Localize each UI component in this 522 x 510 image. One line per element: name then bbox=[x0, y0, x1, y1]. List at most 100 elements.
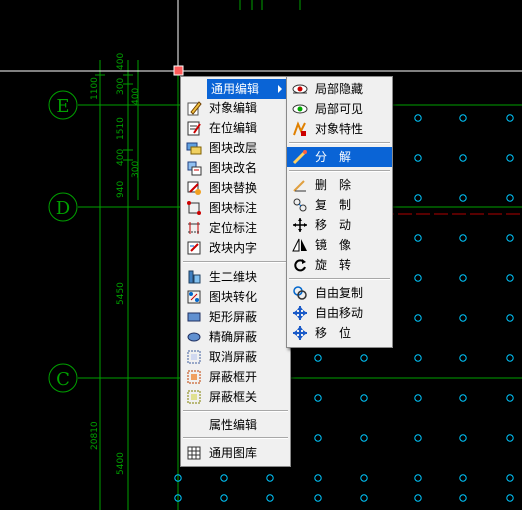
mask-frame-off-icon bbox=[187, 390, 201, 404]
menu-item-label: 通用编辑 bbox=[211, 82, 260, 96]
menu-item-block-text[interactable]: 改块内字 bbox=[181, 238, 290, 258]
submenu-item-erase[interactable]: 删 除 bbox=[287, 175, 392, 195]
cancel-mask-icon bbox=[187, 350, 201, 364]
dimension-ticks bbox=[95, 74, 133, 379]
dim-text: 5400 bbox=[116, 452, 126, 475]
column-marker bbox=[459, 394, 467, 402]
column-marker bbox=[414, 494, 422, 502]
column-marker bbox=[459, 494, 467, 502]
menu-item-block-replace[interactable]: 图块替换 bbox=[181, 178, 290, 198]
menu-separator bbox=[289, 170, 390, 172]
menu-item-label: 精确屏蔽 bbox=[209, 330, 258, 344]
submenu-item-label: 移 位 bbox=[315, 326, 352, 340]
submenu-item-rotate[interactable]: 旋 转 bbox=[287, 255, 392, 275]
column-marker bbox=[266, 474, 274, 482]
column-marker bbox=[414, 394, 422, 402]
menu-separator bbox=[289, 278, 390, 280]
submenu-item-label: 自由复制 bbox=[315, 286, 364, 300]
column-marker bbox=[414, 314, 422, 322]
submenu-item-mirror[interactable]: 镜 像 bbox=[287, 235, 392, 255]
submenu-item-shift[interactable]: 移 位 bbox=[287, 323, 392, 343]
top-ticks bbox=[239, 0, 301, 10]
dim-text: 300 bbox=[131, 161, 141, 178]
dim-text: 300 bbox=[116, 78, 126, 95]
grip-square[interactable] bbox=[173, 65, 184, 76]
block-convert-icon bbox=[187, 290, 201, 304]
submenu-item-label: 复 制 bbox=[315, 198, 352, 212]
submenu-item-explode[interactable]: 分 解 bbox=[287, 147, 392, 167]
column-marker bbox=[414, 234, 422, 242]
submenu-item-label: 分 解 bbox=[315, 150, 352, 164]
column-marker bbox=[414, 474, 422, 482]
column-marker bbox=[506, 194, 514, 202]
menu-item-precise-mask[interactable]: 精确屏蔽 bbox=[181, 327, 290, 347]
properties-icon bbox=[293, 121, 306, 136]
dim-text: 1100 bbox=[90, 77, 100, 100]
submenu-item-copy[interactable]: 复 制 bbox=[287, 195, 392, 215]
menu-item-label: 矩形屏蔽 bbox=[209, 310, 258, 324]
menu-item-object-edit[interactable]: 对象编辑 bbox=[181, 98, 290, 118]
library-grid-icon bbox=[187, 446, 201, 460]
menu-item-rect-mask[interactable]: 矩形屏蔽 bbox=[181, 307, 290, 327]
column-marker bbox=[459, 114, 467, 122]
column-marker bbox=[360, 354, 368, 362]
column-marker bbox=[220, 494, 228, 502]
submenu-item-local-visible[interactable]: 局部可见 bbox=[287, 99, 392, 119]
context-menu: 通用编辑 对象编辑 在位编辑 图块改层 图块改名 图块替换 图块标注 定位标注 … bbox=[180, 76, 291, 467]
submenu-item-label: 局部可见 bbox=[315, 102, 364, 116]
dim-text: 940 bbox=[116, 181, 126, 198]
precise-mask-icon bbox=[187, 332, 201, 342]
column-marker bbox=[459, 234, 467, 242]
menu-item-attribute-edit[interactable]: 属性编辑 bbox=[181, 415, 290, 435]
menu-item-in-place-edit[interactable]: 在位编辑 bbox=[181, 118, 290, 138]
column-marker bbox=[360, 394, 368, 402]
column-marker bbox=[414, 114, 422, 122]
column-marker bbox=[459, 474, 467, 482]
column-marker bbox=[360, 434, 368, 442]
submenu-item-label: 删 除 bbox=[315, 178, 352, 192]
column-marker bbox=[459, 274, 467, 282]
submenu-item-free-copy[interactable]: 自由复制 bbox=[287, 283, 392, 303]
position-annotate-icon bbox=[188, 222, 200, 234]
menu-item-mask-frame-off[interactable]: 屏蔽框关 bbox=[181, 387, 290, 407]
menu-item-label: 对象编辑 bbox=[209, 101, 258, 115]
menu-item-cancel-mask[interactable]: 取消屏蔽 bbox=[181, 347, 290, 367]
axis-label-d: D bbox=[56, 198, 70, 219]
column-marker bbox=[459, 154, 467, 162]
menu-item-label: 图块标注 bbox=[209, 201, 258, 215]
menu-item-mask-frame-on[interactable]: 屏蔽框开 bbox=[181, 367, 290, 387]
column-marker bbox=[314, 394, 322, 402]
menu-item-position-annotate[interactable]: 定位标注 bbox=[181, 218, 290, 238]
menu-item-block-convert[interactable]: 图块转化 bbox=[181, 287, 290, 307]
menu-item-label: 取消屏蔽 bbox=[209, 350, 258, 364]
rotate-icon bbox=[294, 259, 306, 272]
menu-item-block-rename[interactable]: 图块改名 bbox=[181, 158, 290, 178]
dim-text: 400 bbox=[116, 53, 126, 70]
in-place-edit-icon bbox=[187, 121, 201, 136]
menu-item-block-annotate[interactable]: 图块标注 bbox=[181, 198, 290, 218]
menu-item-library[interactable]: 通用图库 bbox=[181, 443, 290, 463]
axis-label-e: E bbox=[56, 96, 69, 117]
submenu-item-label: 镜 像 bbox=[315, 238, 352, 252]
submenu-item-free-move[interactable]: 自由移动 bbox=[287, 303, 392, 323]
menu-item-label: 图块改层 bbox=[209, 141, 258, 155]
menu-item-general-edit[interactable]: 通用编辑 bbox=[207, 79, 288, 99]
menu-item-label: 屏蔽框开 bbox=[209, 370, 258, 384]
submenu-item-object-properties[interactable]: 对象特性 bbox=[287, 119, 392, 139]
axis-label-c: C bbox=[56, 369, 70, 390]
column-marker bbox=[459, 354, 467, 362]
column-marker bbox=[314, 434, 322, 442]
column-marker bbox=[414, 354, 422, 362]
menu-item-block-layer[interactable]: 图块改层 bbox=[181, 138, 290, 158]
column-marker bbox=[506, 354, 514, 362]
column-marker bbox=[314, 494, 322, 502]
dim-text: 5450 bbox=[116, 282, 126, 305]
column-marker bbox=[506, 394, 514, 402]
menu-item-label: 生二维块 bbox=[209, 270, 258, 284]
menu-item-make-2d-block[interactable]: 生二维块 bbox=[181, 267, 290, 287]
submenu-item-move[interactable]: 移 动 bbox=[287, 215, 392, 235]
menu-item-label: 改块内字 bbox=[209, 241, 258, 255]
submenu-item-local-hide[interactable]: 局部隐藏 bbox=[287, 79, 392, 99]
menu-separator bbox=[183, 261, 288, 263]
submenu-item-label: 对象特性 bbox=[315, 122, 364, 136]
